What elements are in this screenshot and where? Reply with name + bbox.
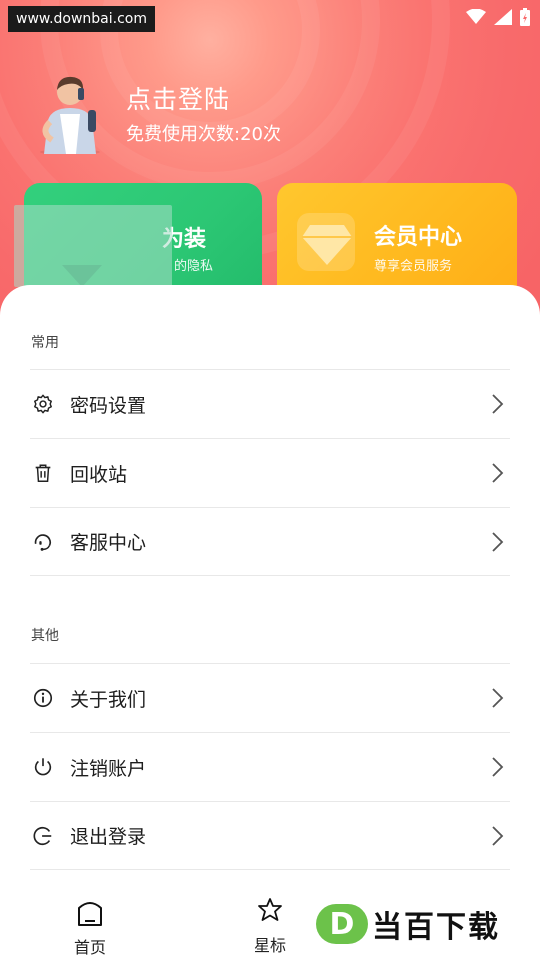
- wifi-icon: [466, 9, 486, 24]
- nav-star-label: 星标: [253, 936, 286, 955]
- star-icon: [258, 898, 282, 921]
- login-prompt[interactable]: 点击登陆: [126, 80, 230, 116]
- info-icon: [32, 687, 54, 709]
- menu-item-label: 客服中心: [70, 532, 147, 554]
- menu-item-recycle-bin[interactable]: 回收站: [30, 438, 510, 507]
- user-illustration-icon: [40, 76, 100, 155]
- menu-item-label: 退出登录: [70, 826, 147, 848]
- headset-icon: [32, 531, 54, 553]
- menu-item-label: 关于我们: [70, 688, 147, 711]
- gear-icon: [32, 393, 54, 415]
- menu-item-label: 回收站: [70, 463, 128, 486]
- diamond-icon: [302, 225, 352, 265]
- menu-item-logout[interactable]: 退出登录: [30, 801, 510, 870]
- chevron-right-icon: [492, 394, 504, 414]
- menu-item-password[interactable]: 密码设置: [30, 369, 510, 438]
- chevron-right-icon: [492, 688, 504, 708]
- chevron-right-icon: [492, 825, 504, 846]
- menu-item-about[interactable]: 关于我们: [30, 663, 510, 732]
- disguise-card-subtitle: 的隐私: [174, 259, 214, 274]
- menu-item-label: 注销账户: [70, 757, 147, 780]
- trash-icon: [32, 462, 54, 484]
- site-logo: D 当百下载: [316, 902, 500, 946]
- free-uses-count: 免费使用次数:20次: [126, 124, 281, 145]
- power-icon: [32, 756, 54, 778]
- status-bar: www.downbai.com: [0, 0, 540, 34]
- nav-home[interactable]: 首页: [50, 896, 130, 958]
- menu-item-delete-account[interactable]: 注销账户: [30, 732, 510, 801]
- blur-overlay: [14, 205, 172, 287]
- member-center-subtitle: 尊享会员服务: [374, 259, 453, 274]
- chevron-right-icon: [492, 463, 504, 483]
- menu-item-customer-service[interactable]: 客服中心: [30, 507, 510, 576]
- logo-text: 当百下载: [372, 910, 500, 945]
- home-icon: [78, 902, 102, 926]
- battery-icon: [520, 8, 530, 26]
- logo-badge: D: [316, 904, 368, 944]
- logout-icon: [32, 825, 54, 847]
- section-label-other: 其他: [31, 628, 59, 644]
- chevron-right-icon: [492, 757, 504, 777]
- section-label-common: 常用: [31, 335, 59, 351]
- chevron-right-icon: [492, 531, 504, 552]
- member-center-title: 会员中心: [374, 225, 463, 250]
- nav-star[interactable]: 星标: [230, 896, 310, 956]
- signal-icon: [494, 9, 512, 25]
- menu-item-label: 密码设置: [70, 394, 147, 417]
- watermark-url: www.downbai.com: [8, 6, 155, 32]
- avatar[interactable]: [30, 70, 106, 155]
- nav-home-label: 首页: [73, 938, 106, 957]
